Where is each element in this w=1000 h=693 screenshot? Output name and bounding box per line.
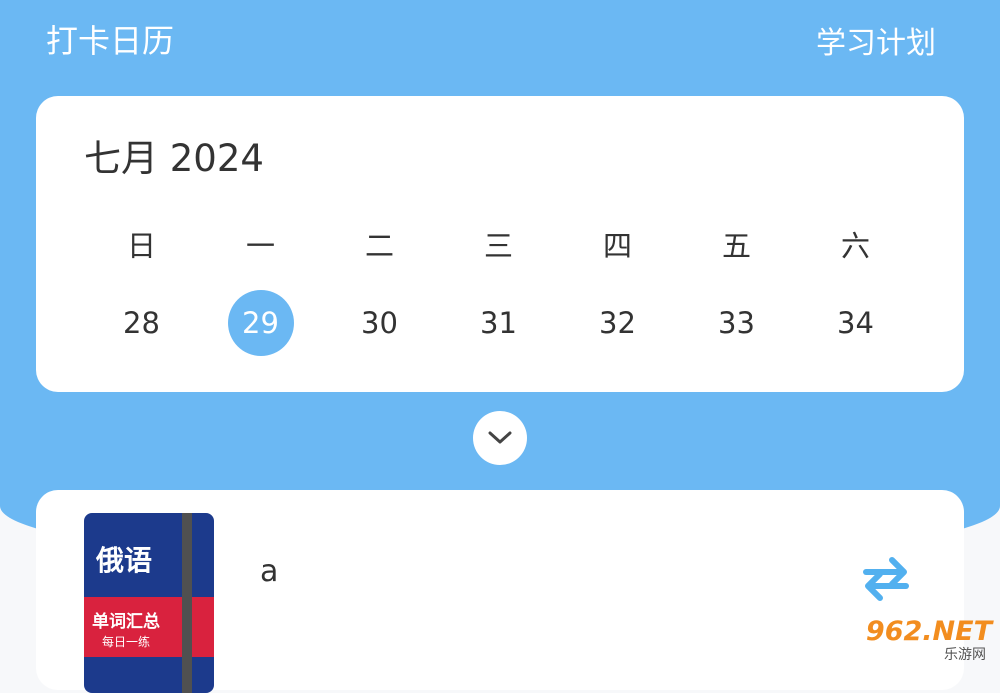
date-cell[interactable]: 30 bbox=[320, 290, 439, 356]
date-cell[interactable]: 33 bbox=[677, 290, 796, 356]
date-label: 30 bbox=[361, 306, 398, 340]
book-cover-subtitle: 单词汇总 bbox=[92, 612, 160, 632]
date-label: 28 bbox=[123, 306, 160, 340]
date-row: 28 29 30 31 32 33 34 bbox=[82, 290, 915, 356]
expand-calendar-button[interactable] bbox=[473, 411, 527, 465]
calendar-card: 七月 2024 日 一 二 三 四 五 六 28 29 30 31 32 33 … bbox=[36, 96, 964, 392]
weekday-header-row: 日 一 二 三 四 五 六 bbox=[82, 226, 915, 266]
watermark-site-name: 乐游网 bbox=[944, 647, 986, 663]
date-label: 33 bbox=[718, 306, 755, 340]
book-cover-strap bbox=[182, 513, 192, 693]
weekday-tue: 二 bbox=[364, 229, 394, 263]
date-cell[interactable]: 28 bbox=[82, 290, 201, 356]
weekday-thu: 四 bbox=[602, 229, 632, 263]
date-label: 34 bbox=[837, 306, 874, 340]
date-cell[interactable]: 31 bbox=[439, 290, 558, 356]
current-book-card[interactable]: 俄语 单词汇总 每日一练 a bbox=[36, 490, 964, 693]
date-cell-selected[interactable]: 29 bbox=[201, 290, 320, 356]
book-cover-language: 俄语 bbox=[96, 544, 153, 577]
page-title: 打卡日历 bbox=[46, 22, 175, 60]
weekday-fri: 五 bbox=[721, 229, 751, 263]
month-title: 七月 2024 bbox=[84, 137, 264, 180]
weekday-wed: 三 bbox=[483, 229, 513, 263]
swap-arrows-icon bbox=[863, 557, 909, 601]
site-watermark: 962.NET 乐游网 bbox=[842, 616, 992, 663]
book-cover-tagline: 每日一练 bbox=[102, 635, 151, 649]
switch-book-button[interactable] bbox=[856, 548, 916, 608]
watermark-logo-text: 962.NET bbox=[865, 616, 992, 647]
chevron-down-icon bbox=[488, 431, 512, 444]
date-cell[interactable]: 32 bbox=[558, 290, 677, 356]
date-label: 31 bbox=[480, 306, 517, 340]
top-bar: 打卡日历 学习计划 bbox=[0, 0, 1000, 80]
book-cover: 俄语 单词汇总 每日一练 bbox=[84, 513, 214, 693]
study-plan-link[interactable]: 学习计划 bbox=[816, 18, 936, 62]
date-cell[interactable]: 34 bbox=[796, 290, 915, 356]
date-label: 32 bbox=[599, 306, 636, 340]
date-label: 29 bbox=[227, 290, 294, 356]
weekday-sat: 六 bbox=[840, 229, 870, 263]
book-name: a bbox=[260, 554, 279, 589]
weekday-sun: 日 bbox=[126, 229, 156, 263]
weekday-mon: 一 bbox=[245, 229, 275, 263]
